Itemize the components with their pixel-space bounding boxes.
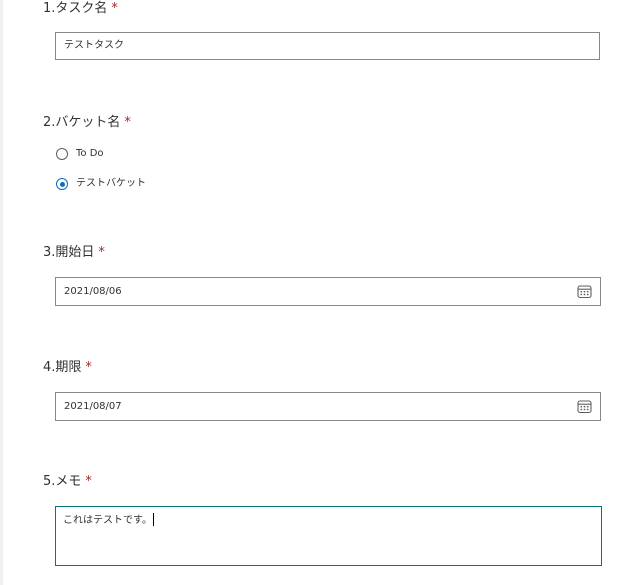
start-date-input[interactable]: 2021/08/06 xyxy=(55,277,601,306)
question-5-title: 5.メモ * xyxy=(43,474,92,490)
question-1-title: 1.タスク名 * xyxy=(43,1,118,17)
radio-unchecked-icon[interactable] xyxy=(56,148,68,160)
required-mark: * xyxy=(85,360,92,375)
radio-checked-icon[interactable] xyxy=(56,178,68,190)
bucket-option-test-label: テストバケット xyxy=(76,178,146,189)
question-4-label: 期限 xyxy=(55,360,82,375)
due-date-input[interactable]: 2021/08/07 xyxy=(55,392,601,421)
task-name-input[interactable]: テストタスク xyxy=(55,32,600,60)
calendar-icon[interactable] xyxy=(577,399,592,414)
question-3-title: 3.開始日 * xyxy=(43,245,105,261)
due-date-value: 2021/08/07 xyxy=(64,401,122,412)
question-2-label: バケット名 xyxy=(55,115,121,130)
question-5-label: メモ xyxy=(55,474,82,489)
required-mark: * xyxy=(98,245,105,260)
required-mark: * xyxy=(124,115,131,130)
required-mark: * xyxy=(85,474,92,489)
bucket-option-todo-label: To Do xyxy=(76,148,104,159)
question-4-title: 4.期限 * xyxy=(43,360,92,376)
memo-value: これはテストです。 xyxy=(63,515,152,526)
bucket-option-test[interactable]: テストバケット xyxy=(56,177,146,191)
question-3-number: 3. xyxy=(43,245,56,260)
start-date-value: 2021/08/06 xyxy=(64,286,122,297)
question-4-number: 4. xyxy=(43,360,56,375)
text-cursor xyxy=(153,513,154,526)
left-border xyxy=(0,0,3,585)
question-1-label: タスク名 xyxy=(55,1,108,16)
task-name-value: テストタスク xyxy=(64,40,124,51)
required-mark: * xyxy=(111,1,118,16)
question-2-title: 2.バケット名 * xyxy=(43,115,131,131)
calendar-icon[interactable] xyxy=(577,284,592,299)
question-3-label: 開始日 xyxy=(55,245,95,260)
question-5-number: 5. xyxy=(43,474,56,489)
question-1-number: 1. xyxy=(43,1,56,16)
memo-textarea[interactable]: これはテストです。 xyxy=(55,506,602,566)
question-2-number: 2. xyxy=(43,115,56,130)
bucket-option-todo[interactable]: To Do xyxy=(56,147,104,161)
